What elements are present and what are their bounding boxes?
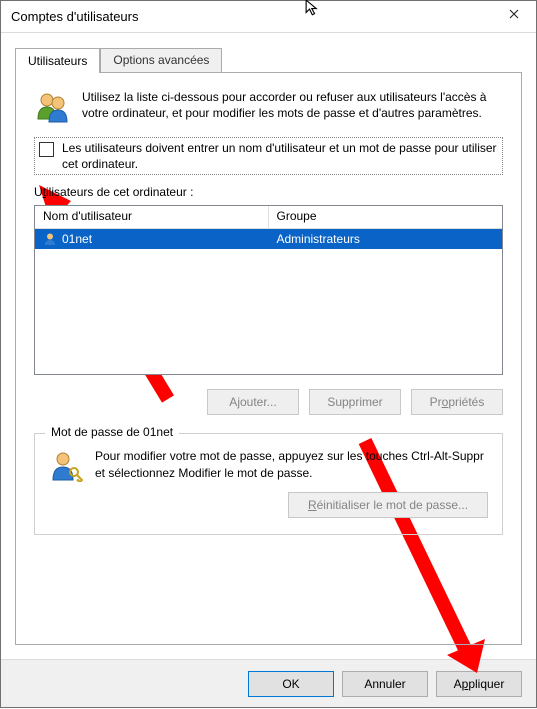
reset-password-button[interactable]: Réinitialiser le mot de passe... bbox=[288, 492, 488, 518]
titlebar: Comptes d'utilisateurs bbox=[1, 1, 536, 33]
tab-advanced[interactable]: Options avancées bbox=[100, 48, 222, 72]
list-header: Nom d'utilisateur Groupe bbox=[35, 206, 502, 229]
column-username[interactable]: Nom d'utilisateur bbox=[35, 206, 269, 228]
dialog-button-row: OK Annuler Appliquer bbox=[1, 659, 536, 707]
apply-button[interactable]: Appliquer bbox=[436, 671, 522, 697]
intro-text: Utilisez la liste ci-dessous pour accord… bbox=[82, 89, 503, 121]
cell-username: 01net bbox=[35, 231, 269, 247]
users-list-caption: Utilisateurs de cet ordinateur : bbox=[34, 185, 503, 199]
tab-panel-users: Utilisez la liste ci-dessous pour accord… bbox=[15, 72, 522, 645]
key-user-icon bbox=[49, 448, 83, 482]
close-button[interactable] bbox=[492, 0, 536, 30]
user-properties-button[interactable]: Propriétés bbox=[411, 389, 503, 415]
table-row[interactable]: 01netAdministrateurs bbox=[35, 229, 502, 249]
user-row-icon bbox=[43, 232, 57, 246]
password-group-text: Pour modifier votre mot de passe, appuye… bbox=[95, 448, 488, 482]
window-title: Comptes d'utilisateurs bbox=[11, 9, 138, 24]
cancel-button[interactable]: Annuler bbox=[342, 671, 428, 697]
content-area: Utilisateurs Options avancées Utilisez l… bbox=[1, 33, 536, 659]
users-listbox[interactable]: Nom d'utilisateur Groupe 01netAdministra… bbox=[34, 205, 503, 375]
column-group[interactable]: Groupe bbox=[269, 206, 503, 228]
password-groupbox: Mot de passe de 01net Pour modifier votr… bbox=[34, 433, 503, 535]
password-group-title: Mot de passe de 01net bbox=[45, 425, 179, 439]
tabstrip: Utilisateurs Options avancées bbox=[15, 47, 522, 72]
cell-group: Administrateurs bbox=[269, 231, 503, 247]
require-login-checkbox-row[interactable]: Les utilisateurs doivent entrer un nom d… bbox=[34, 137, 503, 175]
tab-users[interactable]: Utilisateurs bbox=[15, 48, 100, 73]
close-icon bbox=[509, 9, 519, 19]
require-login-checkbox[interactable] bbox=[39, 142, 54, 157]
require-login-label: Les utilisateurs doivent entrer un nom d… bbox=[62, 140, 500, 172]
user-accounts-window: Comptes d'utilisateurs Utilisateurs Opti… bbox=[0, 0, 537, 708]
users-icon bbox=[34, 89, 70, 125]
remove-user-button[interactable]: Supprimer bbox=[309, 389, 401, 415]
ok-button[interactable]: OK bbox=[248, 671, 334, 697]
add-user-button[interactable]: Ajouter... bbox=[207, 389, 299, 415]
